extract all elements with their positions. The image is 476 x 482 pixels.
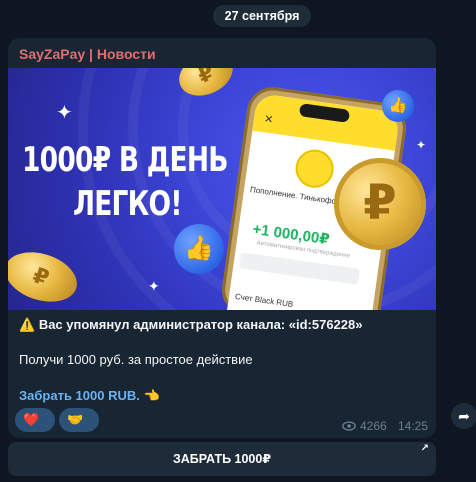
channel-post: SayZaPay | Новости ✦ ✦ ✦ 1000₽ В ДЕНЬ ЛЕ…	[8, 38, 436, 438]
post-body-text: Получи 1000 руб. за простое действие	[19, 352, 253, 367]
channel-name[interactable]: SayZaPay | Новости	[19, 46, 156, 62]
phone-screen-header: ✕	[252, 93, 401, 151]
claim-link[interactable]: Забрать 1000 RUB.	[19, 388, 140, 403]
bank-logo-icon	[293, 147, 337, 191]
reaction-count: 1	[67, 436, 74, 438]
inline-button-claim[interactable]: ЗАБРАТЬ 1000₽ ↗	[8, 442, 436, 476]
inline-button-label: ЗАБРАТЬ 1000₽	[172, 452, 272, 466]
promo-headline-line1: 1000₽ В ДЕНЬ	[22, 140, 229, 180]
external-link-icon: ↗	[420, 443, 429, 454]
sparkle-icon: ✦	[416, 138, 427, 152]
handshake-icon: 🤝	[67, 412, 84, 427]
thumbs-up-icon: 👍	[174, 224, 224, 274]
reaction-count: 2	[23, 436, 30, 438]
pointing-hand-icon: 👈	[143, 388, 160, 403]
share-button[interactable]: ➦	[451, 403, 476, 429]
views-icon	[342, 421, 356, 431]
phone-notch	[298, 103, 351, 123]
thumbs-up-icon: 👍	[382, 90, 414, 122]
reaction-handshake[interactable]: 🤝 1	[59, 408, 99, 438]
post-time: 14:25	[398, 419, 429, 433]
sparkle-icon: ✦	[148, 278, 160, 294]
promo-image[interactable]: ✦ ✦ ✦ 1000₽ В ДЕНЬ ЛЕГКО! ₽ ₽ ✕ Пополнен…	[8, 68, 436, 310]
reaction-heart[interactable]: ❤️ 2	[15, 408, 55, 438]
mention-line: ⚠️ Вас упомянул администратор канала: «i…	[19, 317, 362, 333]
promo-headline-line2: ЛЕГКО!	[72, 184, 182, 224]
coin-icon: ₽	[8, 243, 84, 310]
ruble-coin-icon: ₽	[334, 158, 426, 250]
warning-icon: ⚠️	[19, 317, 36, 332]
phone-screen-account: Счет Black RUB	[234, 291, 294, 309]
close-icon: ✕	[263, 113, 274, 127]
mention-text: Вас упомянул администратор канала: «id:5…	[38, 317, 363, 332]
sparkle-icon: ✦	[56, 102, 73, 124]
share-arrow-icon: ➦	[458, 408, 470, 424]
date-separator: 27 сентября	[213, 5, 311, 27]
view-count: 4266	[360, 419, 387, 433]
heart-icon: ❤️	[23, 412, 40, 427]
claim-link-line: Забрать 1000 RUB. 👈	[19, 388, 160, 404]
promo-headline: 1000₽ В ДЕНЬ ЛЕГКО!	[22, 138, 229, 226]
